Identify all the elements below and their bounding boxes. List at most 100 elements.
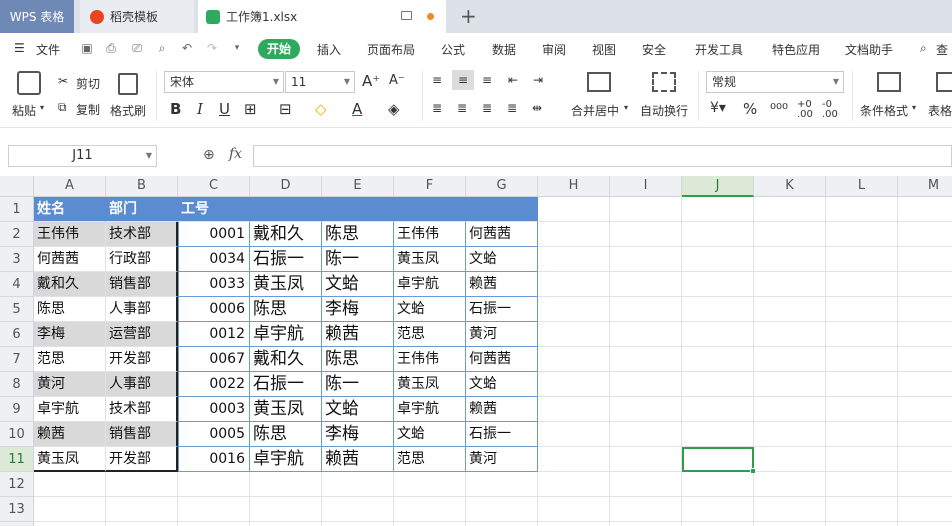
cell-empty[interactable] xyxy=(826,247,898,272)
cell-empty[interactable] xyxy=(898,522,952,526)
right-table-cell[interactable]: 黄玉凤 xyxy=(250,272,322,297)
sheet-grid[interactable]: ABCDEFGHIJKLM 1234567891011121314 姓名部门工号… xyxy=(0,176,952,526)
font-name-select[interactable]: 宋体 ▼ xyxy=(164,71,284,93)
menu-developer[interactable]: 开发工具 xyxy=(695,41,743,58)
cell-empty[interactable] xyxy=(466,497,538,522)
right-table-cell[interactable]: 陈一 xyxy=(322,372,394,397)
cell-empty[interactable] xyxy=(538,297,610,322)
right-table-cell[interactable]: 陈思 xyxy=(322,222,394,247)
column-header-d[interactable]: D xyxy=(250,176,322,197)
right-table-cell[interactable]: 0034 xyxy=(178,247,250,272)
cell-empty[interactable] xyxy=(898,397,952,422)
redo-icon[interactable]: ↷ xyxy=(205,41,219,55)
cell-empty[interactable] xyxy=(466,522,538,526)
cell-empty[interactable] xyxy=(754,272,826,297)
right-table-cell[interactable]: 卓宇航 xyxy=(394,272,466,297)
copy-button[interactable]: 复制 xyxy=(76,101,100,118)
cell-empty[interactable] xyxy=(826,522,898,526)
right-table-cell[interactable]: 陈思 xyxy=(250,297,322,322)
selected-cell-border[interactable] xyxy=(682,447,756,474)
right-table-cell[interactable]: 王伟伟 xyxy=(394,347,466,372)
merge-center-button[interactable]: 合并居中 xyxy=(571,102,619,119)
cell-empty[interactable] xyxy=(538,372,610,397)
right-table-cell[interactable]: 李梅 xyxy=(322,297,394,322)
menu-data[interactable]: 数据 xyxy=(492,41,516,58)
fill-color-icon[interactable]: ◇ xyxy=(315,100,327,118)
format-painter-button[interactable]: 格式刷 xyxy=(110,102,146,119)
cell-empty[interactable] xyxy=(178,497,250,522)
left-table-cell[interactable]: 戴和久 xyxy=(34,272,106,297)
cell-empty[interactable] xyxy=(826,397,898,422)
right-table-cell[interactable]: 石振一 xyxy=(250,372,322,397)
cell-empty[interactable] xyxy=(826,272,898,297)
right-table-cell[interactable]: 石振一 xyxy=(250,247,322,272)
row-header-12[interactable]: 12 xyxy=(0,472,34,497)
cell-empty[interactable] xyxy=(538,347,610,372)
cell-empty[interactable] xyxy=(826,447,898,472)
export-pdf-icon[interactable]: ⎙ xyxy=(104,41,118,55)
cell-empty[interactable] xyxy=(826,347,898,372)
paste-button[interactable]: 粘贴 xyxy=(12,102,36,119)
cell-empty[interactable] xyxy=(682,247,754,272)
cell-empty[interactable] xyxy=(394,497,466,522)
underline-icon[interactable]: U xyxy=(219,100,230,118)
number-format-select[interactable]: 常规 ▼ xyxy=(706,71,844,93)
print-icon[interactable]: ⎚ xyxy=(130,41,144,55)
menu-special-apps[interactable]: 特色应用 xyxy=(772,41,820,58)
right-table-cell[interactable]: 卓宇航 xyxy=(394,397,466,422)
cell-empty[interactable] xyxy=(538,247,610,272)
header-cell-g[interactable] xyxy=(466,197,538,222)
column-header-h[interactable]: H xyxy=(538,176,610,197)
cell-empty[interactable] xyxy=(538,522,610,526)
column-header-g[interactable]: G xyxy=(466,176,538,197)
window-mode-icon[interactable] xyxy=(401,11,412,20)
merge-center-icon[interactable] xyxy=(587,72,611,92)
cell-empty[interactable] xyxy=(898,247,952,272)
menu-file[interactable]: 文件 xyxy=(36,41,60,58)
cell-empty[interactable] xyxy=(754,472,826,497)
right-table-cell[interactable]: 0033 xyxy=(178,272,250,297)
right-table-cell[interactable]: 戴和久 xyxy=(250,222,322,247)
cell-empty[interactable] xyxy=(898,422,952,447)
right-table-cell[interactable]: 李梅 xyxy=(322,422,394,447)
left-table-cell[interactable]: 李梅 xyxy=(34,322,106,347)
menu-hamburger-icon[interactable]: ☰ xyxy=(14,41,25,55)
wrap-text-icon[interactable] xyxy=(652,72,676,92)
format-painter-icon[interactable] xyxy=(118,73,138,95)
cell-empty[interactable] xyxy=(538,222,610,247)
conditional-dropdown-icon[interactable]: ▾ xyxy=(912,103,916,112)
zoom-formula-icon[interactable]: ⊕ xyxy=(203,147,215,163)
cell-empty[interactable] xyxy=(682,372,754,397)
cell-empty[interactable] xyxy=(682,522,754,526)
row-header-2[interactable]: 2 xyxy=(0,222,34,247)
right-table-cell[interactable]: 何茜茜 xyxy=(466,222,538,247)
cell-empty[interactable] xyxy=(610,222,682,247)
paste-dropdown-icon[interactable]: ▾ xyxy=(40,103,44,112)
row-header-14[interactable]: 14 xyxy=(0,522,34,526)
left-table-cell[interactable]: 人事部 xyxy=(106,297,178,322)
right-table-cell[interactable]: 0016 xyxy=(178,447,250,472)
right-table-cell[interactable]: 赖茜 xyxy=(322,447,394,472)
cell-empty[interactable] xyxy=(106,497,178,522)
menu-home[interactable]: 开始 xyxy=(258,39,300,59)
customize-dropdown-icon[interactable]: ▾ xyxy=(230,41,244,55)
cell-empty[interactable] xyxy=(106,472,178,497)
currency-icon[interactable]: ¥▾ xyxy=(710,100,726,116)
right-table-cell[interactable]: 卓宇航 xyxy=(250,447,322,472)
row-header-5[interactable]: 5 xyxy=(0,297,34,322)
cell-empty[interactable] xyxy=(610,347,682,372)
column-header-c[interactable]: C xyxy=(178,176,250,197)
row-header-4[interactable]: 4 xyxy=(0,272,34,297)
right-table-cell[interactable]: 0003 xyxy=(178,397,250,422)
select-all-corner[interactable] xyxy=(0,176,34,197)
row-header-3[interactable]: 3 xyxy=(0,247,34,272)
cell-empty[interactable] xyxy=(610,197,682,222)
cell-empty[interactable] xyxy=(538,422,610,447)
table-style-button[interactable]: 表格 xyxy=(928,102,952,119)
left-table-cell[interactable]: 行政部 xyxy=(106,247,178,272)
print-preview-icon[interactable]: ⌕ xyxy=(155,41,169,55)
italic-icon[interactable]: I xyxy=(197,100,203,118)
cell-empty[interactable] xyxy=(754,497,826,522)
conditional-format-button[interactable]: 条件格式 xyxy=(860,102,908,119)
search-icon[interactable]: ⌕ xyxy=(920,41,927,56)
